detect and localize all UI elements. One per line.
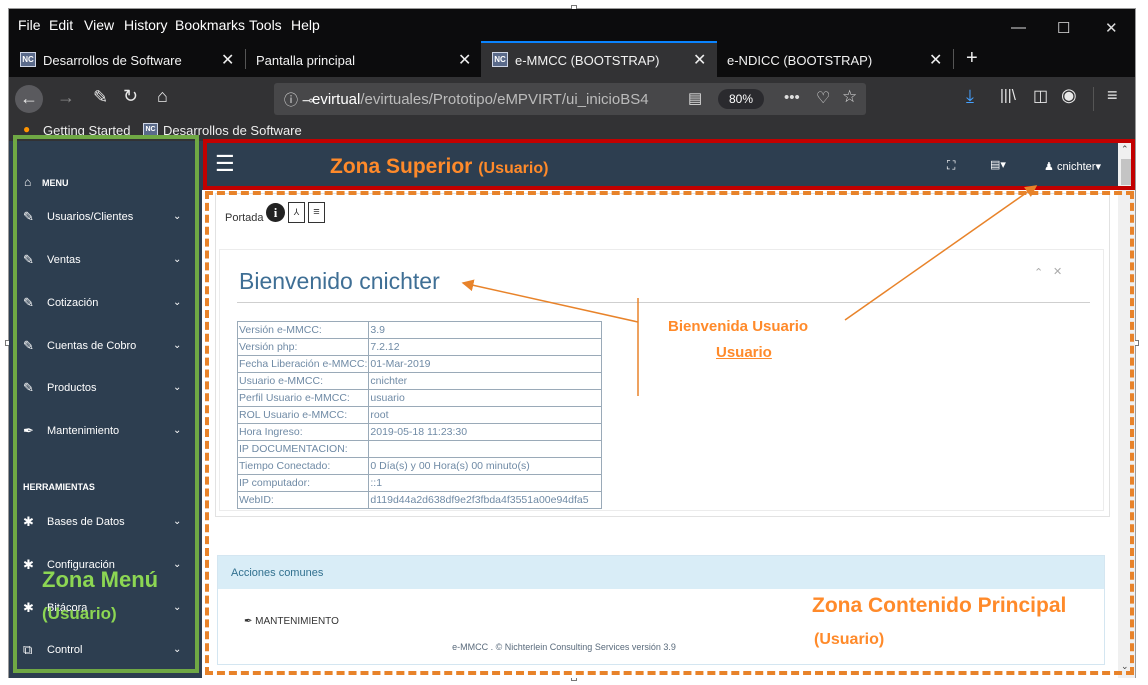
screenshot-root: { "browser": { "menu": ["File","Edit","V… (0, 0, 1148, 685)
arrow-to-welcome (461, 279, 639, 323)
annotation-arrows (461, 185, 1038, 396)
arrow-to-user (844, 185, 1038, 321)
